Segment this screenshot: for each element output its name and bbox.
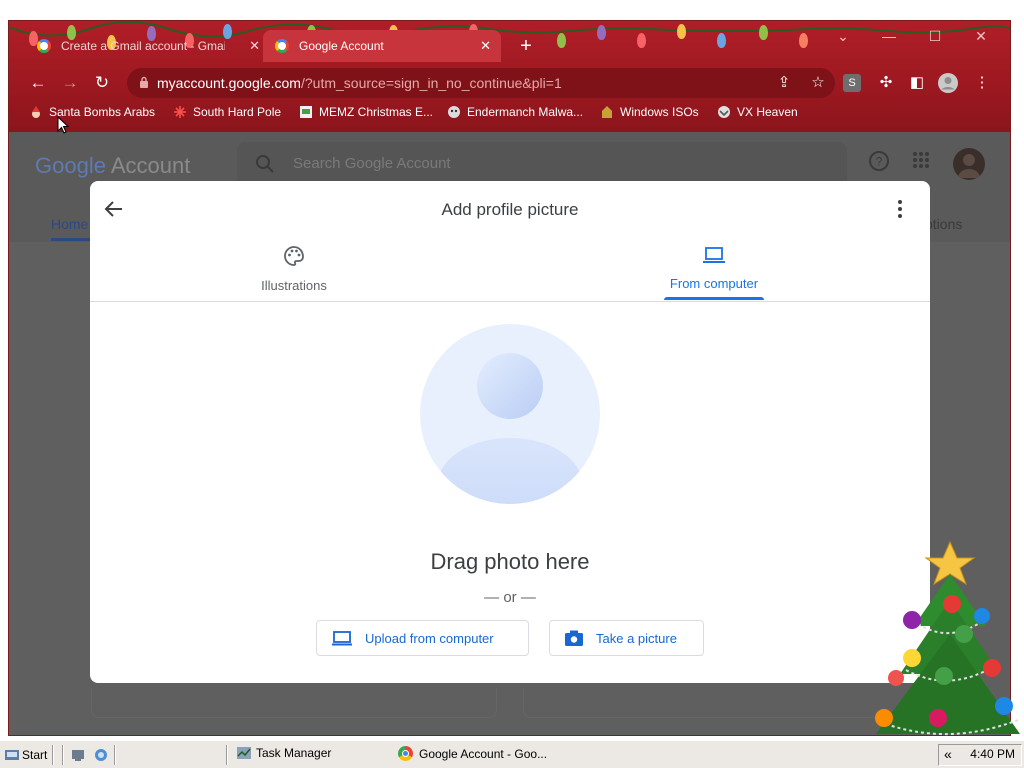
enderman-icon (448, 106, 460, 118)
taskbar-separator (114, 745, 116, 765)
kebab-menu-icon[interactable]: ⋮ (971, 72, 993, 94)
task-manager-icon (237, 747, 251, 759)
browser-toolbar: ← → ↻ myaccount.google.com /?utm_source=… (9, 65, 1010, 101)
minimize-button[interactable]: — (866, 21, 912, 51)
tab-divider (90, 301, 930, 302)
avatar-placeholder (420, 324, 600, 504)
apps-grid-icon[interactable] (909, 150, 933, 174)
puzzle-extensions-icon[interactable]: ✣ (875, 72, 897, 94)
background-card (91, 688, 497, 718)
back-arrow-icon[interactable]: ← (25, 70, 51, 96)
windows-isos-icon (602, 106, 612, 118)
tab-illustrations[interactable]: Illustrations (214, 245, 374, 293)
tab-gmail[interactable]: Create a Gmail account - Gmail ✕ (25, 30, 270, 62)
tab-title: Google Account (299, 39, 384, 53)
chrome-icon (398, 746, 413, 761)
extension-s-icon[interactable]: S (843, 74, 861, 92)
close-tab-icon[interactable]: ✕ (480, 38, 491, 54)
system-tray: 4:40 PM (938, 744, 1022, 766)
share-icon[interactable]: ⇪ (773, 72, 795, 94)
more-options-icon[interactable] (888, 197, 912, 221)
account-avatar[interactable] (953, 148, 985, 180)
tab-google-account[interactable]: Google Account ✕ (263, 30, 501, 62)
search-placeholder: Search Google Account (293, 155, 451, 172)
bookmark-item[interactable]: Santa Bombs Arabs (29, 105, 155, 119)
santa-icon (32, 106, 40, 118)
nav-tab-options[interactable]: ptions (925, 216, 962, 232)
help-icon[interactable]: ? (867, 150, 891, 174)
google-account-logo[interactable]: Google Account (35, 153, 190, 179)
christmas-tree-decoration (875, 540, 1020, 735)
take-a-picture-button[interactable]: Take a picture (549, 620, 704, 656)
active-tab-indicator (51, 238, 91, 241)
taskbar-item-google-account[interactable]: Google Account - Goo... (398, 746, 547, 761)
maximize-button[interactable]: ☐ (912, 21, 958, 51)
side-panel-icon[interactable]: ◧ (906, 72, 928, 94)
taskbar-separator (226, 745, 228, 765)
tab-title: Create a Gmail account - Gmail (61, 39, 225, 53)
address-bar[interactable]: myaccount.google.com /?utm_source=sign_i… (127, 68, 835, 98)
tab-label: From computer (669, 276, 759, 291)
search-icon (256, 155, 274, 173)
taskbar: Start Task Manager Google Account - Goo.… (0, 740, 1024, 768)
memz-icon (300, 106, 312, 118)
add-profile-picture-dialog: Add profile picture Illustrations From c… (90, 181, 930, 683)
lock-icon (140, 76, 148, 88)
palette-icon (284, 246, 304, 266)
tab-search-icon[interactable]: ⌄ (820, 21, 866, 51)
svg-text:?: ? (876, 155, 883, 169)
bookmark-item[interactable]: MEMZ Christmas E... (299, 105, 433, 119)
browser-theme-header: Create a Gmail account - Gmail ✕ Google … (9, 21, 1010, 132)
bookmark-item[interactable]: Windows ISOs (600, 105, 699, 119)
active-tab-indicator (664, 297, 764, 300)
google-favicon-icon (37, 39, 51, 53)
snowflake-icon (174, 106, 186, 118)
bookmarks-bar: Santa Bombs Arabs South Hard Pole MEMZ C… (9, 101, 1010, 127)
mouse-cursor-icon (57, 116, 69, 134)
upload-from-computer-button[interactable]: Upload from computer (316, 620, 529, 656)
url-host: myaccount.google.com (157, 75, 301, 91)
tab-from-computer[interactable]: From computer (634, 245, 794, 291)
taskbar-item-task-manager[interactable]: Task Manager (236, 746, 331, 760)
camera-icon (565, 630, 583, 646)
reload-icon[interactable]: ↻ (89, 70, 115, 96)
bookmark-item[interactable]: Endermanch Malwa... (447, 105, 583, 119)
tab-strip: Create a Gmail account - Gmail ✕ Google … (9, 21, 1010, 71)
laptop-icon (332, 631, 352, 646)
page-search-box[interactable]: Search Google Account (237, 142, 847, 186)
start-logo-icon (5, 750, 19, 760)
button-label: Take a picture (596, 630, 677, 646)
laptop-icon (703, 247, 725, 263)
dialog-title: Add profile picture (441, 200, 579, 219)
bookmark-item[interactable]: VX Heaven (717, 105, 798, 119)
drag-photo-text: Drag photo here (430, 549, 590, 574)
quick-launch-browser-icon[interactable] (94, 748, 108, 762)
button-label: Upload from computer (365, 630, 494, 646)
nav-tab-home[interactable]: Home (51, 216, 88, 232)
profile-avatar-icon[interactable] (937, 72, 959, 94)
or-separator: — or — (484, 589, 536, 606)
tab-label: Illustrations (261, 278, 327, 293)
clock[interactable]: 4:40 PM (970, 747, 1015, 761)
taskbar-separator (52, 745, 54, 765)
vx-heaven-icon (718, 106, 730, 118)
google-favicon-icon (275, 39, 289, 53)
close-window-button[interactable]: ✕ (958, 21, 1004, 51)
url-path: /?utm_source=sign_in_no_continue&pli=1 (301, 75, 562, 91)
start-button[interactable]: Start (4, 744, 47, 766)
taskbar-separator (62, 745, 64, 765)
quick-launch-desktop-icon[interactable] (71, 748, 85, 762)
bookmark-star-icon[interactable]: ☆ (807, 72, 829, 94)
bookmark-item[interactable]: South Hard Pole (173, 105, 281, 119)
close-tab-icon[interactable]: ✕ (249, 38, 260, 54)
new-tab-button[interactable]: + (515, 35, 537, 58)
forward-arrow-icon[interactable]: → (57, 70, 83, 96)
